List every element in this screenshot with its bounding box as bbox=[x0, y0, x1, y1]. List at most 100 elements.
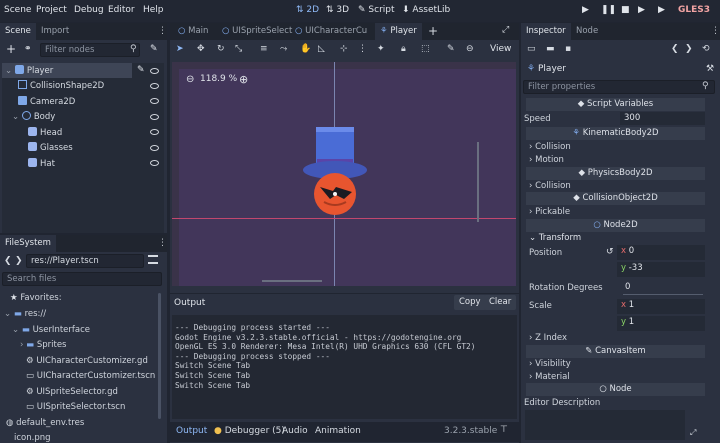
tab-debugger[interactable]: ● Debugger (5) bbox=[214, 426, 285, 436]
file-uicharactercustomizer-tscn[interactable]: ▭ UICharacterCustomizer.tscn bbox=[26, 371, 155, 381]
folder-userinterface[interactable]: ⌄ ▬ UserInterface bbox=[12, 325, 90, 335]
speed-field[interactable]: 300 bbox=[620, 112, 705, 125]
tab-node[interactable]: Node bbox=[571, 23, 603, 40]
pin-icon[interactable]: ⊤ bbox=[500, 425, 508, 435]
menu-dots-icon[interactable]: ⋮ bbox=[158, 238, 167, 248]
collision-group[interactable]: › Collision bbox=[529, 142, 571, 152]
file-uispriteselector-tscn[interactable]: ▭ UISpriteSelector.tscn bbox=[26, 402, 125, 412]
renderer-selector[interactable]: GLES3 bbox=[678, 5, 710, 15]
visibility-eye-icon[interactable] bbox=[150, 114, 159, 120]
tab-player[interactable]: ⚘ Player bbox=[375, 23, 422, 40]
menu-debug[interactable]: Debug bbox=[74, 5, 104, 15]
visibility-eye-icon[interactable] bbox=[150, 129, 159, 135]
viewport-scrollbar-v[interactable] bbox=[477, 142, 479, 222]
scale-tool-icon[interactable]: ⤡ bbox=[235, 44, 242, 54]
ruler-tool-icon[interactable]: ◺ bbox=[318, 44, 325, 54]
expand-icon[interactable]: ⤢ bbox=[690, 428, 696, 438]
favorites-item[interactable]: ★ Favorites: bbox=[10, 293, 62, 303]
tree-item-glasses[interactable]: Glasses bbox=[2, 140, 99, 155]
material-group[interactable]: › Material bbox=[529, 372, 570, 382]
visibility-eye-icon[interactable] bbox=[150, 145, 159, 151]
viewport-scrollbar-h[interactable] bbox=[262, 280, 322, 282]
skeleton-icon[interactable]: ✦ bbox=[377, 44, 385, 54]
tab-main[interactable]: ○ Main bbox=[170, 23, 213, 40]
section-node[interactable]: ○ Node bbox=[526, 383, 705, 396]
rotation-field[interactable]: 0 bbox=[621, 281, 705, 294]
filter-properties-input[interactable]: Filter properties bbox=[523, 80, 715, 94]
tab-uispriteselect[interactable]: ○ UISpriteSelect bbox=[217, 23, 297, 40]
copy-button[interactable]: Copy bbox=[454, 295, 486, 310]
inspected-object[interactable]: Player bbox=[538, 64, 566, 74]
view-menu[interactable]: View bbox=[490, 44, 511, 54]
menu-scene[interactable]: Scene bbox=[4, 5, 31, 15]
transform-group[interactable]: ⌄ Transform bbox=[529, 233, 581, 243]
folder-res[interactable]: ⌄ ▬ res:// bbox=[4, 309, 46, 319]
zoom-level[interactable]: 118.9 % bbox=[200, 74, 237, 84]
pan-tool-icon[interactable]: ✋ bbox=[300, 44, 311, 54]
history-back-icon[interactable]: ❮ bbox=[671, 44, 679, 54]
history-forward-icon[interactable]: ❯ bbox=[685, 44, 693, 54]
group-icon[interactable]: ⬚ bbox=[421, 44, 430, 54]
visibility-eye-icon[interactable] bbox=[150, 68, 159, 74]
distraction-free-icon[interactable]: ⤢ bbox=[502, 25, 509, 35]
section-node2d[interactable]: ○ Node2D bbox=[526, 219, 705, 232]
file-uicharactercustomizer-gd[interactable]: ⚙ UICharacterCustomizer.gd bbox=[26, 356, 148, 366]
motion-group[interactable]: › Motion bbox=[529, 155, 564, 165]
tree-item-hat[interactable]: Hat bbox=[2, 156, 81, 171]
tab-uicharactercu[interactable]: ○ UICharacterCu bbox=[290, 23, 372, 40]
position-y-field[interactable]: y -33 bbox=[617, 262, 705, 277]
scrollbar[interactable] bbox=[158, 293, 161, 419]
scale-x-field[interactable]: x 1 bbox=[617, 299, 705, 314]
menu-dots-icon[interactable]: ⋮ bbox=[711, 26, 720, 36]
workspace-2d-button[interactable]: ⇅ 2D bbox=[296, 5, 319, 15]
script-attach-icon[interactable]: ✎ bbox=[150, 44, 158, 54]
clear-button[interactable]: Clear bbox=[484, 295, 517, 310]
zoom-in-icon[interactable]: ⊕ bbox=[239, 73, 248, 86]
add-node-icon[interactable]: + bbox=[6, 42, 16, 56]
visibility-eye-icon[interactable] bbox=[150, 83, 159, 89]
workspace-assetlib-button[interactable]: ⬇ AssetLib bbox=[402, 5, 450, 15]
pickable-group[interactable]: › Pickable bbox=[529, 207, 570, 217]
section-canvasitem[interactable]: ✎ CanvasItem bbox=[526, 345, 705, 358]
new-resource-icon[interactable]: ▭ bbox=[527, 44, 536, 54]
tree-item-collisionshape2d[interactable]: CollisionShape2D bbox=[2, 78, 120, 93]
tab-filesystem[interactable]: FileSystem bbox=[0, 235, 56, 252]
move-tool-icon[interactable]: ✥ bbox=[197, 44, 205, 54]
list-select-icon[interactable]: ≡ bbox=[260, 44, 268, 54]
file-icon-png[interactable]: icon.png bbox=[14, 433, 51, 443]
visibility-eye-icon[interactable] bbox=[150, 160, 159, 166]
object-menu-icon[interactable]: ⚒ bbox=[706, 64, 714, 74]
menu-editor[interactable]: Editor bbox=[108, 5, 135, 15]
file-default-env[interactable]: ◍ default_env.tres bbox=[6, 418, 84, 428]
save-icon[interactable]: ▪ bbox=[565, 44, 571, 54]
play-scene-icon[interactable]: ▶ bbox=[638, 5, 645, 15]
position-x-field[interactable]: x 0 bbox=[617, 245, 705, 260]
tab-output[interactable]: Output bbox=[176, 426, 207, 436]
link-icon[interactable]: ⚭ bbox=[24, 44, 32, 54]
toggle-split-icon[interactable] bbox=[148, 255, 158, 264]
section-script-variables[interactable]: ◆ Script Variables bbox=[526, 98, 705, 111]
load-icon[interactable]: ▬ bbox=[546, 44, 555, 54]
back-icon[interactable]: ❮ bbox=[4, 256, 12, 266]
forward-icon[interactable]: ❯ bbox=[15, 256, 23, 266]
file-uispriteselector-gd[interactable]: ⚙ UISpriteSelector.gd bbox=[26, 387, 118, 397]
tab-animation[interactable]: Animation bbox=[315, 426, 361, 436]
zindex-group[interactable]: › Z Index bbox=[529, 333, 567, 343]
add-tab-icon[interactable]: + bbox=[428, 24, 438, 38]
tab-audio[interactable]: Audio bbox=[282, 426, 308, 436]
select-tool-icon[interactable]: ➤ bbox=[176, 44, 184, 54]
lock-icon[interactable]: 🔒︎ bbox=[401, 44, 406, 54]
play-icon[interactable]: ▶ bbox=[582, 5, 589, 15]
tab-scene[interactable]: Scene bbox=[0, 23, 36, 40]
search-files-input[interactable]: Search files bbox=[2, 272, 162, 286]
tree-item-body[interactable]: ⌄ Body bbox=[2, 109, 65, 124]
tree-item-player[interactable]: ⌄ Player bbox=[2, 63, 132, 78]
section-kinematicbody2d[interactable]: ⚘ KinematicBody2D bbox=[526, 127, 705, 140]
menu-help[interactable]: Help bbox=[143, 5, 164, 15]
pivot-tool-icon[interactable]: ⤳ bbox=[280, 44, 287, 54]
history-icon[interactable]: ⟲ bbox=[702, 44, 710, 54]
pause-icon[interactable]: ❚❚ bbox=[601, 5, 616, 15]
eyedropper-icon[interactable]: ⊖ bbox=[466, 44, 474, 54]
scale-y-field[interactable]: y 1 bbox=[617, 316, 705, 331]
tab-inspector[interactable]: Inspector bbox=[521, 23, 571, 40]
